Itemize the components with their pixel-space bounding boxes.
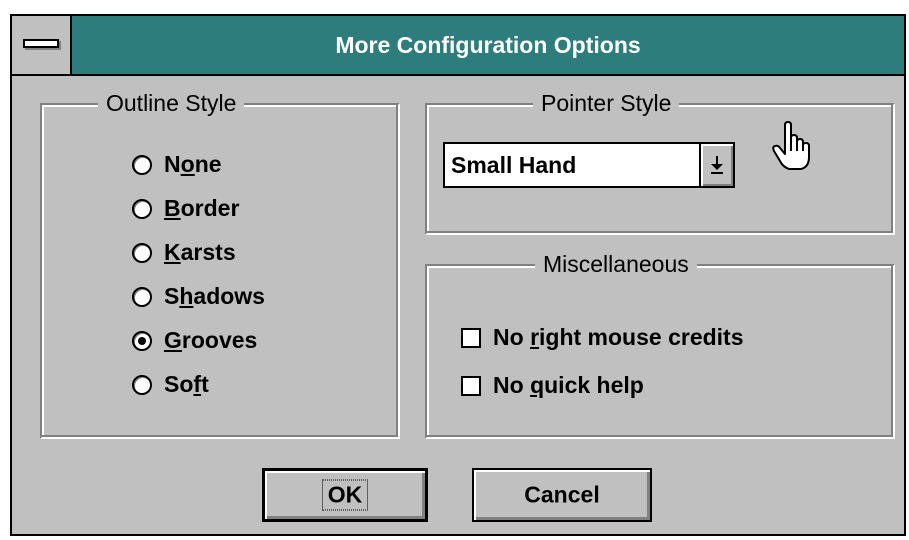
- ok-button[interactable]: OK: [262, 468, 428, 522]
- radio-border[interactable]: Border: [132, 195, 239, 222]
- radio-label: Shadows: [164, 283, 265, 309]
- pointer-style-value: Small Hand: [451, 152, 577, 178]
- hand-pointer-icon: [772, 121, 810, 170]
- radio-soft[interactable]: Soft: [132, 371, 209, 398]
- configuration-dialog: More Configuration Options Outline Style…: [10, 14, 906, 536]
- radio-indicator: [132, 154, 152, 175]
- outline-style-group: Outline Style None Border Karsts Shadows…: [40, 90, 400, 439]
- radio-grooves[interactable]: Grooves: [132, 327, 257, 354]
- radio-indicator: [132, 286, 152, 307]
- checkbox-label: No quick help: [493, 372, 644, 398]
- checkbox-no-quick-help[interactable]: No quick help: [461, 372, 644, 399]
- radio-shadows[interactable]: Shadows: [132, 283, 265, 310]
- checkbox-no-right-mouse-credits[interactable]: No right mouse credits: [461, 324, 744, 351]
- radio-label: Karsts: [164, 239, 236, 265]
- radio-indicator: [132, 198, 152, 219]
- radio-label: None: [164, 151, 222, 177]
- window-title: More Configuration Options: [335, 32, 641, 58]
- dropdown-arrow-button[interactable]: [699, 144, 733, 186]
- miscellaneous-group: Miscellaneous No right mouse credits No …: [425, 251, 895, 439]
- title-bar[interactable]: More Configuration Options: [12, 16, 904, 76]
- checkbox-label: No right mouse credits: [493, 324, 744, 350]
- pointer-style-legend: Pointer Style: [533, 90, 680, 117]
- outline-style-legend: Outline Style: [98, 90, 245, 117]
- radio-indicator: [132, 242, 152, 263]
- system-menu-icon: [23, 39, 59, 48]
- arrow-down-icon: [711, 156, 723, 174]
- radio-none[interactable]: None: [132, 151, 222, 178]
- radio-indicator-selected: [132, 330, 152, 351]
- system-menu-button[interactable]: [12, 16, 72, 74]
- cancel-button[interactable]: Cancel: [472, 468, 652, 522]
- radio-indicator: [132, 374, 152, 395]
- radio-karsts[interactable]: Karsts: [132, 239, 236, 266]
- radio-label: Border: [164, 195, 240, 221]
- ok-button-label: OK: [321, 479, 369, 511]
- checkbox-box: [461, 327, 481, 348]
- radio-label: Soft: [164, 371, 209, 397]
- cancel-button-label: Cancel: [524, 481, 600, 508]
- radio-label: Grooves: [164, 327, 258, 353]
- miscellaneous-legend: Miscellaneous: [535, 251, 697, 278]
- pointer-style-dropdown[interactable]: Small Hand: [443, 142, 735, 188]
- pointer-style-group: Pointer Style Small Hand: [425, 90, 895, 235]
- checkbox-box: [461, 375, 481, 396]
